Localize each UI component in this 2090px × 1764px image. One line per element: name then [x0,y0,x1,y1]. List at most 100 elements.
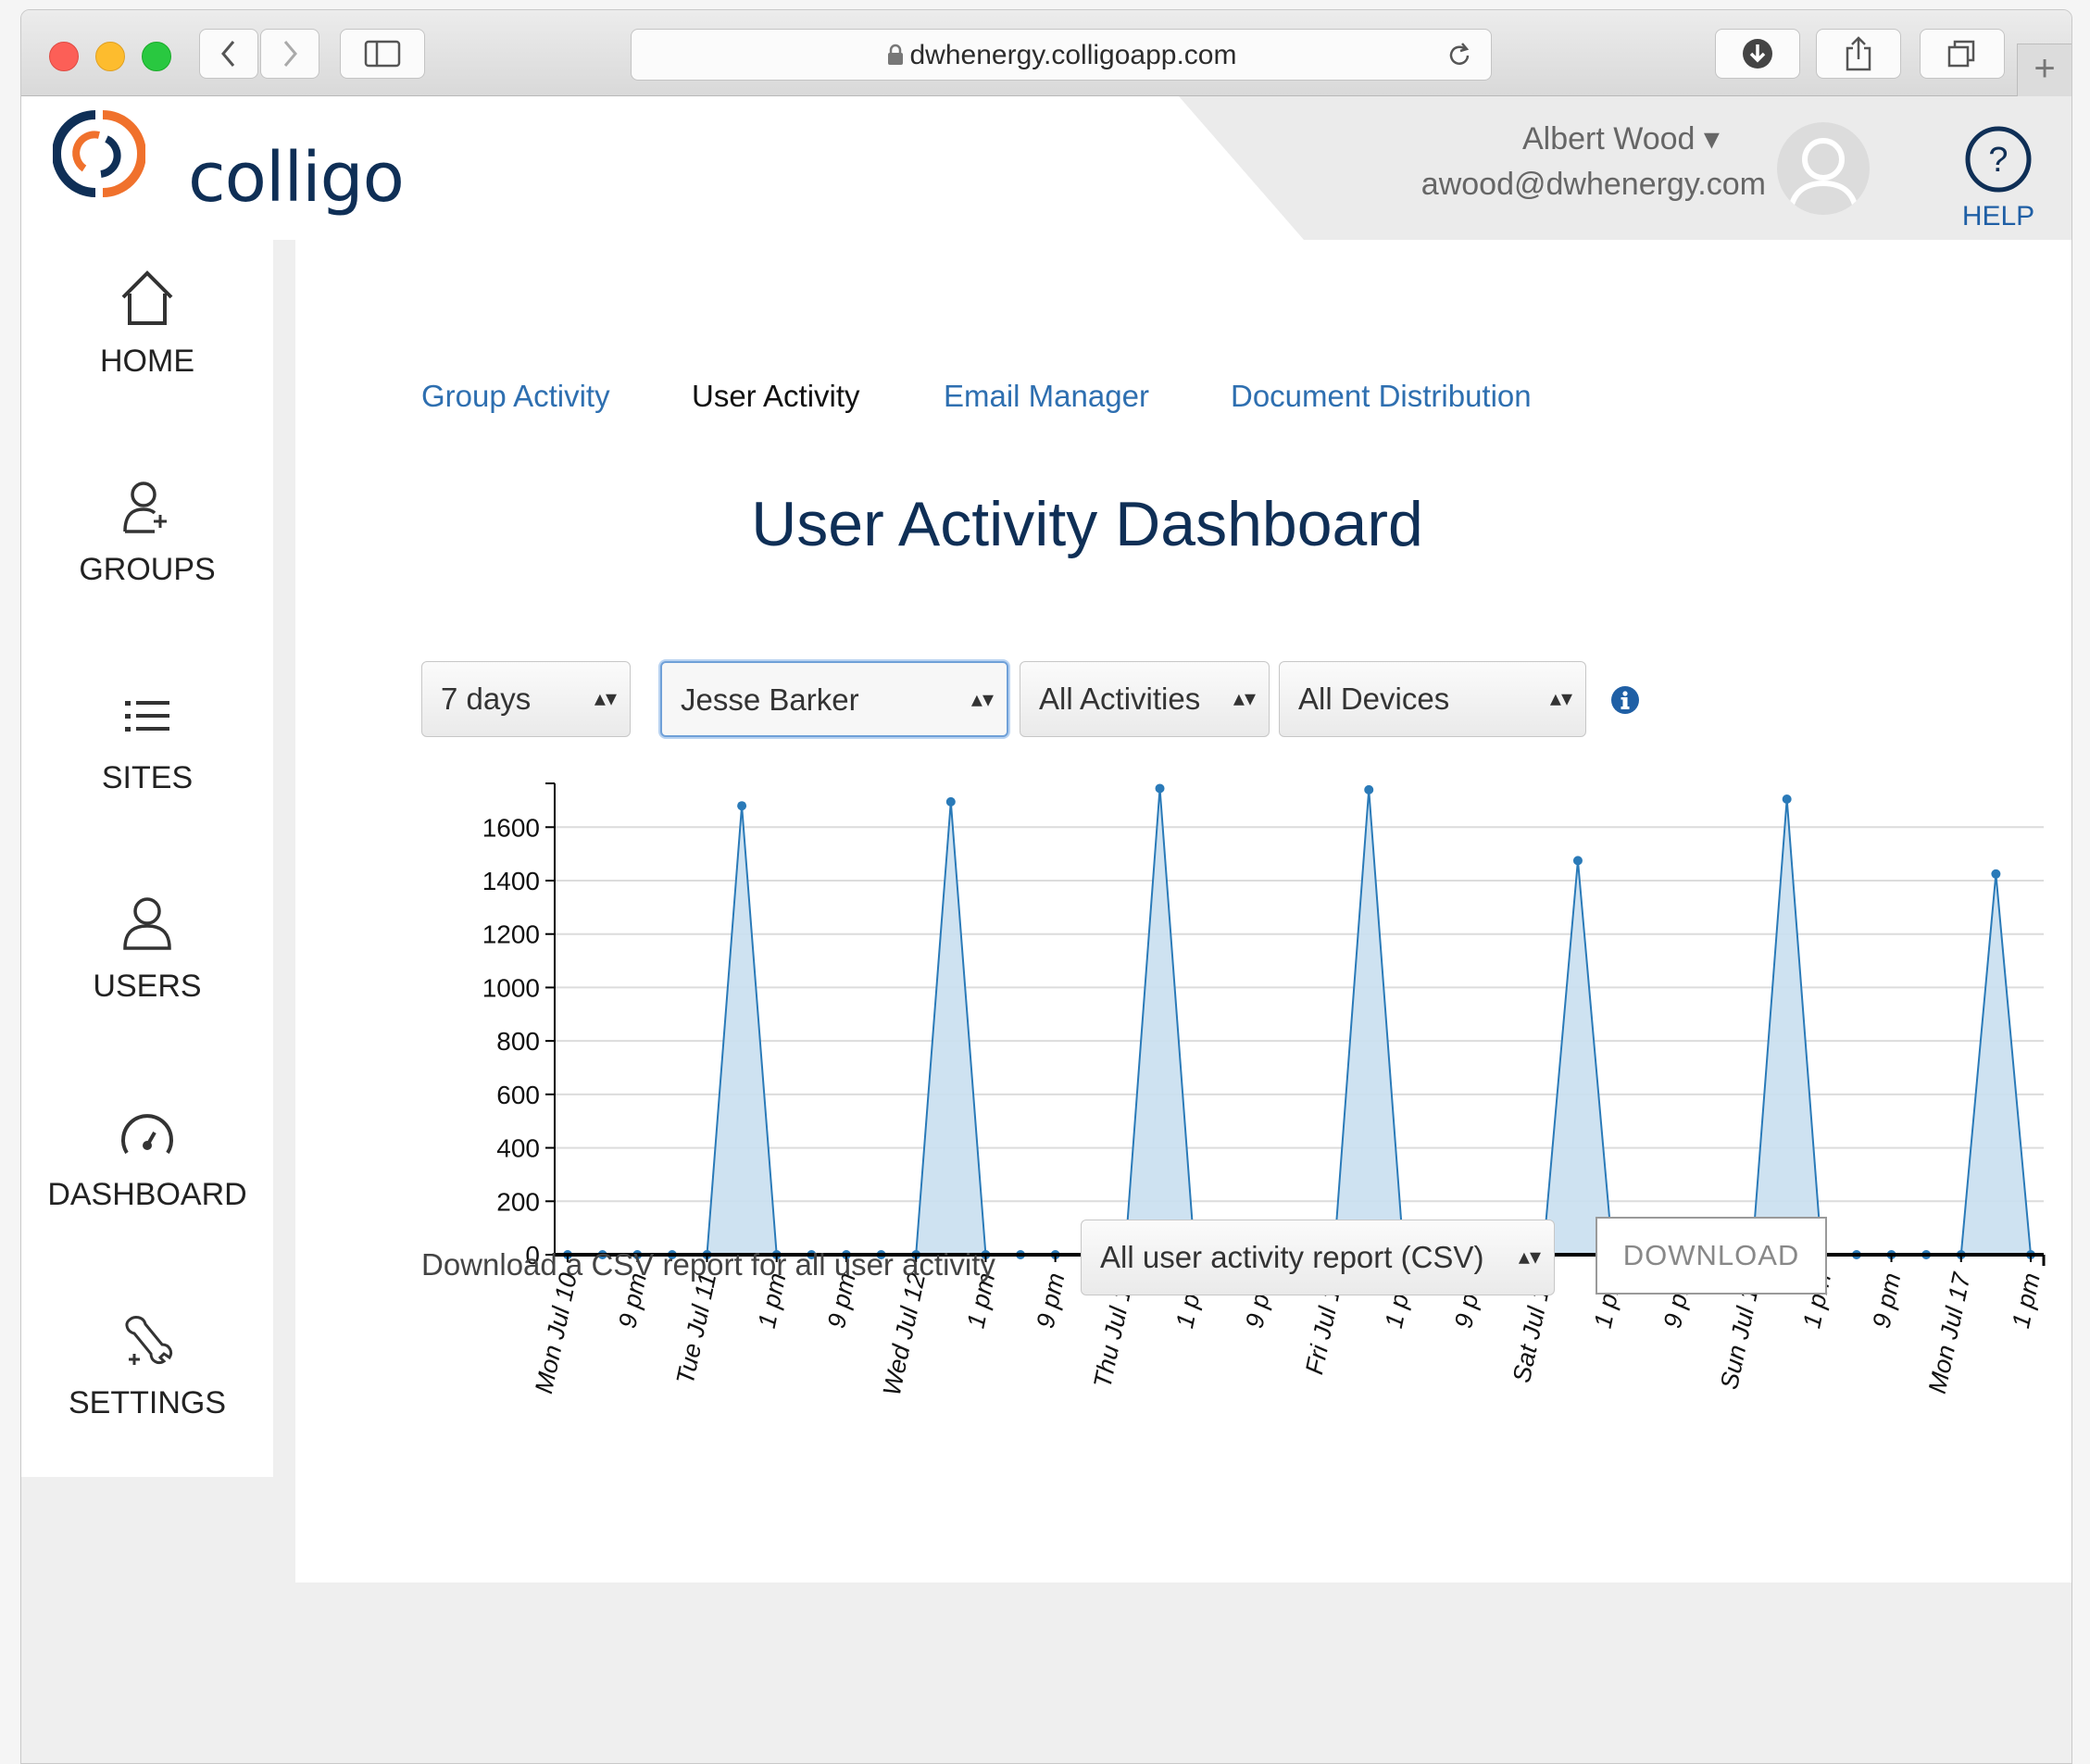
add-user-icon [123,482,167,533]
tabs-overview-button[interactable] [1920,29,2005,79]
user-email: awood@dwhenergy.com [1420,167,1766,202]
url-text: dwhenergy.colligoapp.com [632,30,1491,81]
activity-select[interactable]: All Activities ▴▾ [1020,661,1270,737]
select-arrows-icon: ▴▾ [594,686,617,711]
data-point [737,801,747,811]
x-tick-label: 9 pm [1868,1270,1907,1331]
y-tick-label: 1000 [482,973,540,1002]
y-tick-label: 400 [496,1134,540,1163]
downloads-button[interactable] [1715,29,1800,79]
chevron-right-icon [283,41,297,67]
user-value: Jesse Barker [681,682,859,717]
sidebar-gutter [273,240,295,1583]
reload-icon[interactable] [1445,41,1474,70]
colligo-logo-mark [52,110,146,197]
data-point [1572,856,1583,866]
help-button[interactable]: ? HELP [1957,124,2040,232]
back-button[interactable] [199,29,258,79]
tabs-icon [1947,40,1975,68]
help-symbol: ? [1988,141,2008,180]
help-label: HELP [1961,201,2035,231]
share-button[interactable] [1816,29,1901,79]
list-icon [125,701,169,732]
gauge-icon [121,1114,173,1155]
period-value: 7 days [441,682,532,716]
tab-email-manager[interactable]: Email Manager [944,379,1149,414]
x-tick-label: Tue Jul 11 [671,1270,722,1387]
user-name: Albert Wood [1522,121,1696,156]
sidebar-item-groups[interactable]: GROUPS [21,474,273,588]
csv-label: Download a CSV report for all user activ… [421,1247,995,1282]
data-point [945,796,956,807]
colligo-logo[interactable]: colligo [52,107,405,215]
y-tick-label: 1200 [482,920,540,949]
y-tick-label: 1600 [482,813,540,842]
forward-button[interactable] [260,29,319,79]
share-icon [1846,36,1871,71]
download-icon [1743,39,1772,69]
x-tick-label: 1 pm [2007,1270,2046,1331]
period-select[interactable]: 7 days ▴▾ [421,661,631,737]
minimize-window-button[interactable] [95,42,125,71]
tab-group-activity[interactable]: Group Activity [421,379,610,414]
series-area [568,788,2031,1255]
address-bar[interactable]: dwhenergy.colligoapp.com [631,29,1492,81]
app-header: colligo Albert Wood ▾ awood@dwhenergy.co… [21,96,2071,240]
home-icon [121,270,173,325]
data-point [1155,783,1165,794]
tab-document-distribution[interactable]: Document Distribution [1231,379,1532,414]
select-arrows-icon: ▴▾ [1518,1245,1541,1270]
report-value: All user activity report (CSV) [1100,1240,1484,1274]
wrench-icon [125,1316,173,1365]
y-tick-label: 800 [496,1027,540,1056]
lock-icon [887,44,903,65]
sidebar-item-label: SETTINGS [68,1385,227,1420]
sidebar-item-label: HOME [100,344,194,379]
x-tick-label: Wed Jul 12 [878,1270,931,1398]
sidebar-item-users[interactable]: USERS [21,891,273,1005]
maximize-window-button[interactable] [142,42,171,71]
caret-down-icon: ▾ [1703,121,1720,156]
sidebar-item-dashboard[interactable]: DASHBOARD [21,1099,273,1213]
download-button[interactable]: DOWNLOAD [1596,1217,1827,1295]
close-window-button[interactable] [49,42,79,71]
sidebar-toggle-button[interactable] [340,29,425,79]
x-tick-label: Mon Jul 17 [1923,1270,1976,1395]
new-tab-button[interactable]: + [2017,44,2071,96]
info-icon[interactable] [1610,685,1640,715]
logo-wordmark: colligo [188,138,405,218]
device-value: All Devices [1298,682,1450,716]
browser-toolbar: dwhenergy.colligoapp.com + [21,10,2071,96]
user-icon [123,897,171,950]
sidebar-item-label: GROUPS [79,552,216,587]
avatar[interactable] [1777,122,1870,215]
data-point [1782,794,1792,804]
activity-value: All Activities [1039,682,1201,716]
browser-window: dwhenergy.colligoapp.com + colligo Alber… [20,9,2072,1764]
y-tick-label: 1400 [482,867,540,895]
data-point [1991,869,2001,879]
tab-user-activity[interactable]: User Activity [692,379,860,414]
sidebar-item-label: USERS [93,969,202,1004]
chevron-left-icon [221,41,235,67]
sidebar-item-sites[interactable]: SITES [21,682,273,796]
sidebar-item-label: SITES [101,760,194,795]
sidebar-item-home[interactable]: HOME [21,266,273,380]
user-menu[interactable]: Albert Wood ▾ [1522,120,1720,157]
x-tick-label: 9 pm [1032,1270,1070,1331]
page-title: User Activity Dashboard [751,489,1423,559]
main-content: Group Activity User Activity Email Manag… [295,240,2071,1583]
select-arrows-icon: ▴▾ [970,687,994,712]
sidebar-item-settings[interactable]: SETTINGS [21,1307,273,1421]
sidebar-icon [364,40,401,68]
select-arrows-icon: ▴▾ [1233,686,1256,711]
y-tick-label: 600 [496,1081,540,1109]
app-page: colligo Albert Wood ▾ awood@dwhenergy.co… [21,96,2071,1763]
device-select[interactable]: All Devices ▴▾ [1279,661,1586,737]
report-select[interactable]: All user activity report (CSV) ▴▾ [1081,1220,1555,1295]
y-tick-label: 200 [496,1187,540,1216]
sidebar: HOME GROUPS SITES USERS DASHBOARD SETTIN… [21,240,273,1477]
data-point [1364,784,1374,794]
x-tick-label: Mon Jul 10 [530,1270,582,1395]
user-select[interactable]: Jesse Barker ▴▾ [660,661,1008,737]
